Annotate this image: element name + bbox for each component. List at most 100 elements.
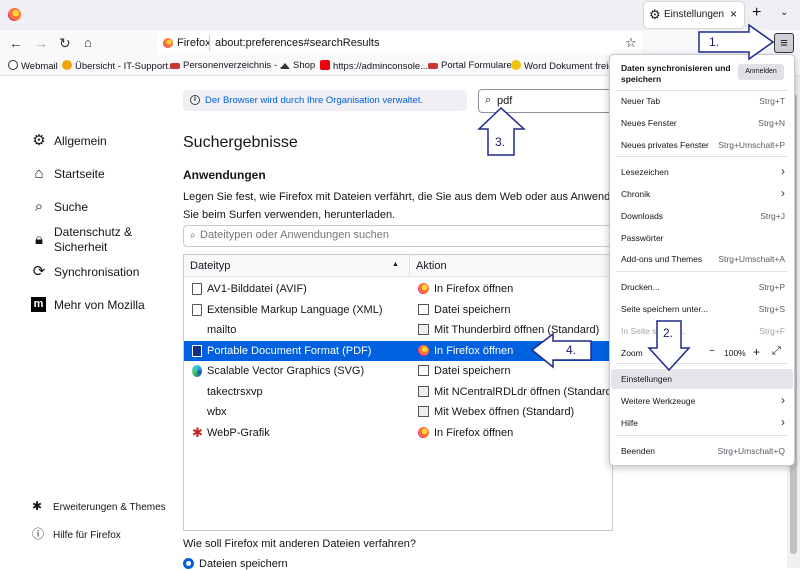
tab-strip: ⚙ Einstellungen × + ⌄ <box>0 0 800 30</box>
menu-separator <box>616 363 788 364</box>
zoom-in-button[interactable]: + <box>753 345 760 359</box>
menu-item-einstellungen[interactable]: Einstellungen <box>611 369 793 389</box>
menu-item-label: Neues privates Fenster <box>621 140 709 150</box>
sidebar-footer-help[interactable]: ⓘ Hilfe für Firefox <box>32 525 121 542</box>
apps-search-input[interactable] <box>200 229 600 241</box>
menu-item-downloads[interactable]: Downloads Strg+J <box>611 206 793 226</box>
home-icon[interactable]: ⌂ <box>84 34 92 52</box>
close-tab-icon[interactable]: × <box>730 7 737 21</box>
bookmark-label: Webmail <box>21 61 58 72</box>
back-arrow-icon[interactable]: ← <box>9 34 23 52</box>
menu-shortcut: Strg+J <box>760 211 785 221</box>
menu-item-neues-privates-fenster[interactable]: Neues privates Fenster Strg+Umschalt+P <box>611 135 793 155</box>
reload-icon[interactable]: ↻ <box>59 34 71 52</box>
shop-icon <box>280 63 290 69</box>
globe-icon <box>8 60 18 70</box>
app-menu-button[interactable]: ≡ <box>774 33 794 53</box>
file-type-label: Portable Document Format (PDF) <box>207 344 372 357</box>
action-label[interactable]: Mit Webex öffnen (Standard) <box>434 406 574 418</box>
firefox-view-icon[interactable] <box>8 8 21 21</box>
bookmark-item[interactable]: Shop <box>280 60 315 71</box>
menu-item-neuer-tab[interactable]: Neuer Tab Strg+T <box>611 91 793 111</box>
table-row[interactable]: Extensible Markup Language (XML) Datei sp… <box>184 300 612 320</box>
bookmark-item[interactable]: Webmail <box>8 60 58 72</box>
new-tab-button[interactable]: + <box>752 4 761 22</box>
column-header-action[interactable]: Aktion <box>416 260 447 272</box>
table-row[interactable]: wbx Mit Webex öffnen (Standard) <box>184 402 612 422</box>
menu-item-label: Seite speichern unter... <box>621 304 708 314</box>
menu-item-passwörter[interactable]: Passwörter <box>611 228 793 248</box>
menu-shortcut: Strg+S <box>758 304 785 314</box>
annotation-arrow-3 <box>477 106 526 156</box>
menu-item-add-ons-und-themes[interactable]: Add-ons und Themes Strg+Umschalt+A <box>611 249 793 269</box>
menu-item-weitere-werkzeuge[interactable]: Weitere Werkzeuge › <box>611 391 793 411</box>
list-tabs-chevron-icon[interactable]: ⌄ <box>780 7 788 18</box>
zoom-out-button[interactable]: − <box>706 346 718 358</box>
puzzle-icon: ✱ <box>32 499 43 513</box>
action-label[interactable]: In Firefox öffnen <box>434 283 513 295</box>
table-row[interactable]: takectrsxvp Mit NCentralRDLdr öffnen (Sta… <box>184 382 612 402</box>
policy-notice[interactable]: i Der Browser wird durch Ihre Organisati… <box>183 90 467 111</box>
url-text[interactable]: about:preferences#searchResults <box>215 37 379 49</box>
application-icon <box>418 324 429 335</box>
menu-item-drucken[interactable]: Drucken... Strg+P <box>611 277 793 297</box>
radio-label: Dateien speichern <box>199 558 288 570</box>
bookmark-item[interactable]: Personenverzeichnis - ... <box>170 60 288 71</box>
menu-shortcut: Strg+P <box>758 282 785 292</box>
table-row[interactable]: ✱ WebP-Grafik In Firefox öffnen <box>184 423 612 443</box>
url-bar[interactable]: Firefox about:preferences#searchResults … <box>157 32 643 55</box>
section-description: Legen Sie fest, wie Firefox mit Dateien … <box>183 188 653 224</box>
menu-item-label: Drucken... <box>621 282 660 292</box>
zoom-value[interactable]: 100% <box>724 348 746 358</box>
hamburger-icon: ≡ <box>780 35 788 50</box>
webp-icon: ✱ <box>192 424 203 440</box>
forward-arrow-icon[interactable]: → <box>34 34 48 52</box>
bookmark-icon <box>511 60 521 70</box>
menu-item-hilfe[interactable]: Hilfe › <box>611 413 793 433</box>
menu-item-label: Neuer Tab <box>621 96 661 106</box>
bookmark-item[interactable]: Word Dokument freig... <box>511 60 622 72</box>
action-label[interactable]: In Firefox öffnen <box>434 427 513 439</box>
menu-item-beenden[interactable]: Beenden Strg+Umschalt+Q <box>611 441 793 461</box>
bookmark-label: Übersicht - IT-Support... <box>75 61 176 72</box>
table-row[interactable]: AV1-Bilddatei (AVIF) In Firefox öffnen <box>184 279 612 299</box>
action-label[interactable]: Datei speichern <box>434 365 510 377</box>
bookmark-label: Shop <box>293 60 316 71</box>
annotation-label-2: 2. <box>663 326 674 340</box>
menu-item-in-seite-suchen[interactable]: In Seite suchen... Strg+F <box>611 321 793 341</box>
search-value: pdf <box>497 95 513 107</box>
bookmark-item[interactable]: Übersicht - IT-Support... <box>62 60 176 72</box>
fullscreen-icon[interactable]: ⤢ <box>772 345 781 358</box>
annotation-label-4: 4. <box>566 343 577 357</box>
sync-title: Daten synchronisieren und speichern <box>621 63 731 84</box>
action-label[interactable]: Datei speichern <box>434 304 510 316</box>
menu-item-chronik[interactable]: Chronik › <box>611 184 793 204</box>
sidebar-footer-label: Erweiterungen & Themes <box>53 502 166 513</box>
menu-item-zoom[interactable]: Zoom −100% + ⤢ <box>611 343 793 363</box>
sort-arrow-icon[interactable]: ▲ <box>392 261 399 268</box>
column-header-type[interactable]: Dateityp <box>190 260 230 272</box>
sidebar-footer-addons[interactable]: ✱ Erweiterungen & Themes <box>32 499 166 513</box>
action-label[interactable]: Mit NCentralRDLdr öffnen (Standard) <box>434 386 612 398</box>
action-label[interactable]: In Firefox öffnen <box>434 345 513 357</box>
sidebar-footer-label: Hilfe für Firefox <box>53 530 121 541</box>
menu-item-lesezeichen[interactable]: Lesezeichen › <box>611 162 793 182</box>
app-menu-panel: Daten synchronisieren und speichern Anme… <box>609 54 795 466</box>
bookmark-icon <box>62 60 72 70</box>
sidebar-item-label: Allgemein <box>54 134 107 148</box>
bookmark-item[interactable]: https://adminconsole.... <box>320 60 431 72</box>
menu-item-label: Add-ons und Themes <box>621 254 703 264</box>
menu-item-seite-speichern-unter[interactable]: Seite speichern unter... Strg+S <box>611 299 793 319</box>
bookmark-item[interactable]: Portal Formulare <box>428 60 512 71</box>
radio-selected-icon[interactable] <box>183 558 194 569</box>
search-icon: ⌕ <box>34 198 44 215</box>
policy-link[interactable]: Der Browser wird durch Ihre Organisation… <box>205 95 423 106</box>
bookmark-star-icon[interactable]: ☆ <box>625 35 637 51</box>
apps-search-field[interactable]: ⌕ <box>183 225 613 247</box>
signin-button[interactable]: Anmelden <box>738 64 784 80</box>
annotation-label-1: 1. <box>709 35 720 49</box>
menu-shortcut: Strg+F <box>759 326 785 336</box>
radio-save-files[interactable]: Dateien speichern <box>183 558 288 570</box>
menu-shortcut: Strg+Umschalt+Q <box>717 446 785 456</box>
menu-item-neues-fenster[interactable]: Neues Fenster Strg+N <box>611 113 793 133</box>
